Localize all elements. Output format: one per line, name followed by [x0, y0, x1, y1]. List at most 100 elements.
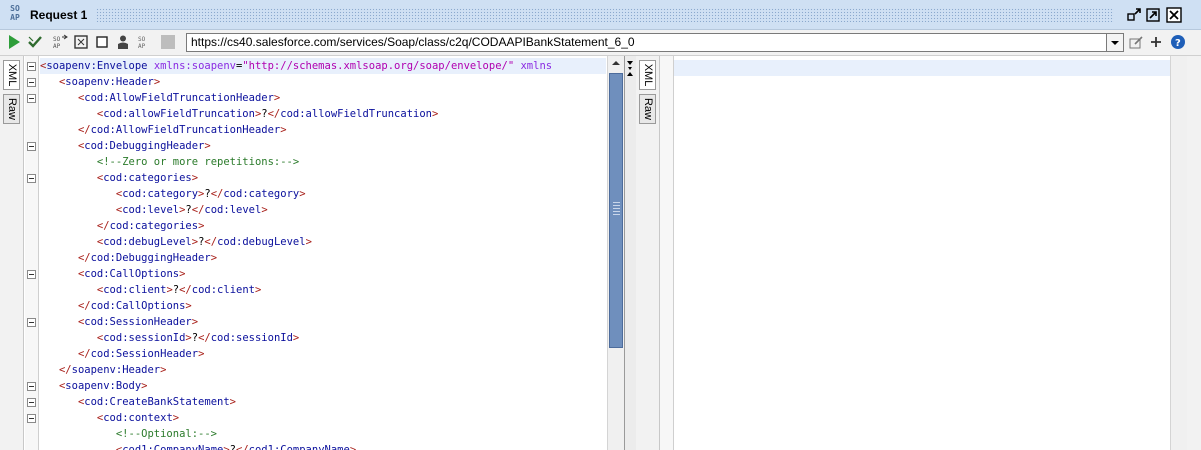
code-line[interactable]: <cod:sessionId>?</cod:sessionId> [40, 330, 606, 346]
code-line[interactable]: </soapenv:Header> [40, 362, 606, 378]
fold-toggle-icon[interactable] [27, 78, 36, 87]
fold-toggle-icon[interactable] [27, 62, 36, 71]
scroll-up-icon[interactable] [608, 56, 624, 70]
code-token: cod:level [204, 204, 262, 216]
code-line[interactable]: <cod:SessionHeader> [40, 314, 606, 330]
code-line[interactable]: </cod:SessionHeader> [40, 346, 606, 362]
code-line[interactable]: </cod:AllowFieldTruncationHeader> [40, 122, 606, 138]
fold-toggle-icon[interactable] [27, 174, 36, 183]
scrollbar-thumb[interactable] [609, 73, 623, 348]
scrollbar-grip [613, 202, 620, 216]
endpoint-url-input[interactable]: https://cs40.salesforce.com/services/Soa… [186, 33, 1107, 52]
help-icon[interactable]: ? [1170, 34, 1186, 50]
code-line[interactable]: <cod:CreateBankStatement> [40, 394, 606, 410]
code-line[interactable]: </cod:CallOptions> [40, 298, 606, 314]
tab-xml-response[interactable]: XML [639, 60, 656, 90]
code-line[interactable]: <!--Zero or more repetitions:--> [40, 154, 606, 170]
fold-toggle-icon[interactable] [27, 382, 36, 391]
chevron-down-icon [1111, 41, 1119, 45]
code-line[interactable]: <cod:CallOptions> [40, 266, 606, 282]
response-scrollbar[interactable] [1170, 56, 1187, 450]
response-xml-editor[interactable] [674, 56, 1170, 450]
request-title-bar: SO AP Request 1 [0, 0, 1201, 30]
code-token: </ [210, 188, 224, 200]
stop-icon[interactable] [94, 34, 110, 50]
tab-xml[interactable]: XML [3, 60, 20, 90]
user-icon[interactable] [115, 34, 131, 50]
run-icon[interactable] [6, 34, 22, 50]
fold-toggle-icon[interactable] [27, 414, 36, 423]
splitter-arrows-icon[interactable] [625, 58, 636, 82]
maximize-editor-icon[interactable] [73, 34, 89, 50]
code-line[interactable]: <cod:client>?</cod:client> [40, 282, 606, 298]
response-editor-panel: XML Raw [636, 56, 1201, 450]
code-line[interactable]: <cod1:CompanyName>?</cod1:CompanyName> [40, 442, 606, 450]
add-icon[interactable] [1148, 34, 1164, 50]
edit-endpoint-icon[interactable] [1128, 34, 1144, 50]
code-line[interactable]: </cod:DebuggingHeader> [40, 250, 606, 266]
fold-toggle-icon[interactable] [27, 398, 36, 407]
code-line[interactable]: <soapenv:Envelope xmlns:soapenv="http://… [40, 58, 606, 74]
title-bar-pattern [96, 8, 1114, 22]
code-token: </ [198, 332, 211, 344]
svg-text:?: ? [1175, 38, 1181, 49]
window-title: Request 1 [30, 8, 88, 22]
request-view-tabs: XML Raw [0, 56, 24, 450]
code-line[interactable]: <cod:AllowFieldTruncationHeader> [40, 90, 606, 106]
code-line[interactable]: <cod:category>?</cod:category> [40, 186, 606, 202]
code-token: > [273, 92, 281, 104]
request-toolbar: SO AP SO AP https://cs40.salesforce.com/se… [0, 30, 1201, 56]
code-token: cod:CallOptions [90, 300, 186, 312]
validate-icon[interactable] [27, 34, 43, 50]
maximize-icon[interactable] [1145, 7, 1161, 23]
code-line[interactable]: <cod:debugLevel>?</cod:debugLevel> [40, 234, 606, 250]
svg-text:SO: SO [138, 36, 146, 43]
response-view-tabs: XML Raw [636, 56, 660, 450]
fold-toggle-icon[interactable] [27, 270, 36, 279]
soap-ops-icon[interactable]: SO AP [52, 34, 68, 50]
code-line[interactable]: <cod:level>?</cod:level> [40, 202, 606, 218]
code-token: <!--Zero or more repetitions:--> [96, 156, 300, 168]
close-icon[interactable] [1166, 7, 1182, 23]
code-token: cod:AllowFieldTruncationHeader [90, 124, 281, 136]
code-line[interactable]: <!--Optional:--> [40, 426, 606, 442]
soap-settings-icon[interactable]: SO AP [137, 34, 153, 50]
code-token: > [204, 140, 211, 152]
code-line[interactable]: <cod:DebuggingHeader> [40, 138, 606, 154]
fold-toggle-icon[interactable] [27, 142, 36, 151]
code-line[interactable]: <cod:allowFieldTruncation>?</cod:allowFi… [40, 106, 606, 122]
fold-toggle-icon[interactable] [27, 318, 36, 327]
code-token: </ [96, 220, 110, 232]
code-line[interactable]: <cod:context> [40, 410, 606, 426]
code-token: cod:DebuggingHeader [84, 140, 205, 152]
code-token: </ [179, 284, 192, 296]
tab-raw[interactable]: Raw [3, 94, 20, 124]
code-token: > [172, 412, 180, 424]
fold-toggle-icon[interactable] [27, 94, 36, 103]
detach-icon[interactable] [1126, 7, 1142, 23]
code-line[interactable]: </cod:categories> [40, 218, 606, 234]
code-line[interactable]: <soapenv:Body> [40, 378, 606, 394]
endpoint-dropdown-button[interactable] [1107, 33, 1124, 52]
tab-raw-response[interactable]: Raw [639, 94, 656, 124]
code-token: soapenv:Envelope [46, 60, 148, 72]
code-line[interactable]: <cod:categories> [40, 170, 606, 186]
xml-editor[interactable]: <soapenv:Envelope xmlns:soapenv="http://… [40, 56, 606, 450]
code-token: </ [204, 236, 218, 248]
code-token: > [153, 76, 161, 88]
editor-scrollbar[interactable] [607, 56, 624, 450]
panel-splitter[interactable] [625, 56, 636, 450]
code-line[interactable]: <soapenv:Header> [40, 74, 606, 90]
code-token: cod:CreateBankStatement [84, 396, 230, 408]
